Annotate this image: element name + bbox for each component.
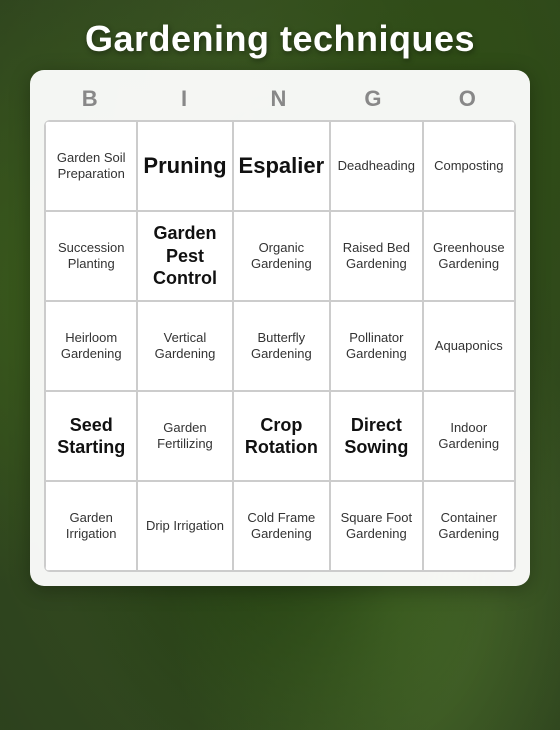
bingo-cell[interactable]: Heirloom Gardening [45, 301, 137, 391]
bingo-cell[interactable]: Vertical Gardening [137, 301, 232, 391]
bingo-cell[interactable]: Garden Irrigation [45, 481, 137, 571]
bingo-cell[interactable]: Organic Gardening [233, 211, 331, 301]
bingo-cell[interactable]: Deadheading [330, 121, 422, 211]
bingo-cell[interactable]: Butterfly Gardening [233, 301, 331, 391]
bingo-letter: G [327, 82, 421, 116]
bingo-cell[interactable]: Pollinator Gardening [330, 301, 422, 391]
bingo-cell[interactable]: Container Gardening [423, 481, 515, 571]
bingo-cell[interactable]: Raised Bed Gardening [330, 211, 422, 301]
bingo-cell[interactable]: Greenhouse Gardening [423, 211, 515, 301]
bingo-cell[interactable]: Square Foot Gardening [330, 481, 422, 571]
bingo-cell[interactable]: Seed Starting [45, 391, 137, 481]
bingo-cell[interactable]: Direct Sowing [330, 391, 422, 481]
page-title: Gardening techniques [85, 18, 475, 60]
bingo-card: BINGO Garden Soil PreparationPruningEspa… [30, 70, 530, 586]
bingo-cell[interactable]: Pruning [137, 121, 232, 211]
bingo-cell[interactable]: Aquaponics [423, 301, 515, 391]
bingo-cell[interactable]: Drip Irrigation [137, 481, 232, 571]
bingo-letter: I [138, 82, 232, 116]
bingo-cell[interactable]: Composting [423, 121, 515, 211]
bingo-cell[interactable]: Crop Rotation [233, 391, 331, 481]
bingo-cell[interactable]: Succession Planting [45, 211, 137, 301]
bingo-letter: N [233, 82, 327, 116]
bingo-cell[interactable]: Garden Soil Preparation [45, 121, 137, 211]
bingo-header: BINGO [44, 82, 516, 116]
bingo-grid: Garden Soil PreparationPruningEspalierDe… [44, 120, 516, 572]
bingo-cell[interactable]: Garden Fertilizing [137, 391, 232, 481]
bingo-cell[interactable]: Espalier [233, 121, 331, 211]
bingo-letter: O [422, 82, 516, 116]
main-content: Gardening techniques BINGO Garden Soil P… [0, 0, 560, 730]
bingo-cell[interactable]: Indoor Gardening [423, 391, 515, 481]
bingo-cell[interactable]: Cold Frame Gardening [233, 481, 331, 571]
bingo-cell[interactable]: Garden Pest Control [137, 211, 232, 301]
bingo-letter: B [44, 82, 138, 116]
